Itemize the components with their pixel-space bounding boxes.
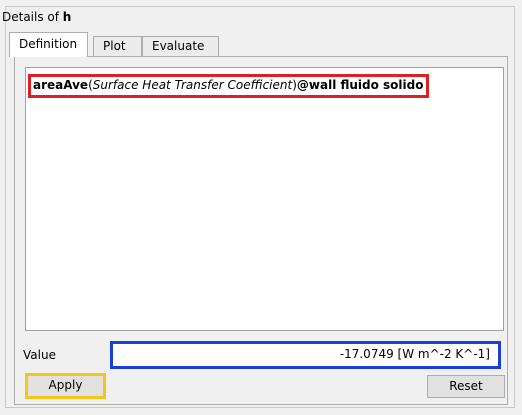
panel-title-prefix: Details of <box>2 10 63 24</box>
expression-argument: Surface Heat Transfer Coefficient <box>92 78 293 92</box>
apply-button[interactable]: Apply <box>25 373 106 399</box>
tab-definition[interactable]: Definition <box>9 32 88 57</box>
panel-title: Details of h <box>2 10 71 24</box>
expression-function: areaAve <box>33 78 89 92</box>
value-label: Value <box>23 348 56 362</box>
expression-editor[interactable]: areaAve(Surface Heat Transfer Coefficien… <box>25 67 504 331</box>
value-field: -17.0749 [W m^-2 K^-1] <box>110 341 501 369</box>
reset-button[interactable]: Reset <box>427 375 505 398</box>
object-name: h <box>62 10 72 24</box>
tab-evaluate[interactable]: Evaluate <box>142 36 219 56</box>
expression-text: areaAve(Surface Heat Transfer Coefficien… <box>28 74 429 98</box>
expression-location: @wall fluido solido <box>296 78 424 92</box>
tab-plot[interactable]: Plot <box>93 36 142 56</box>
